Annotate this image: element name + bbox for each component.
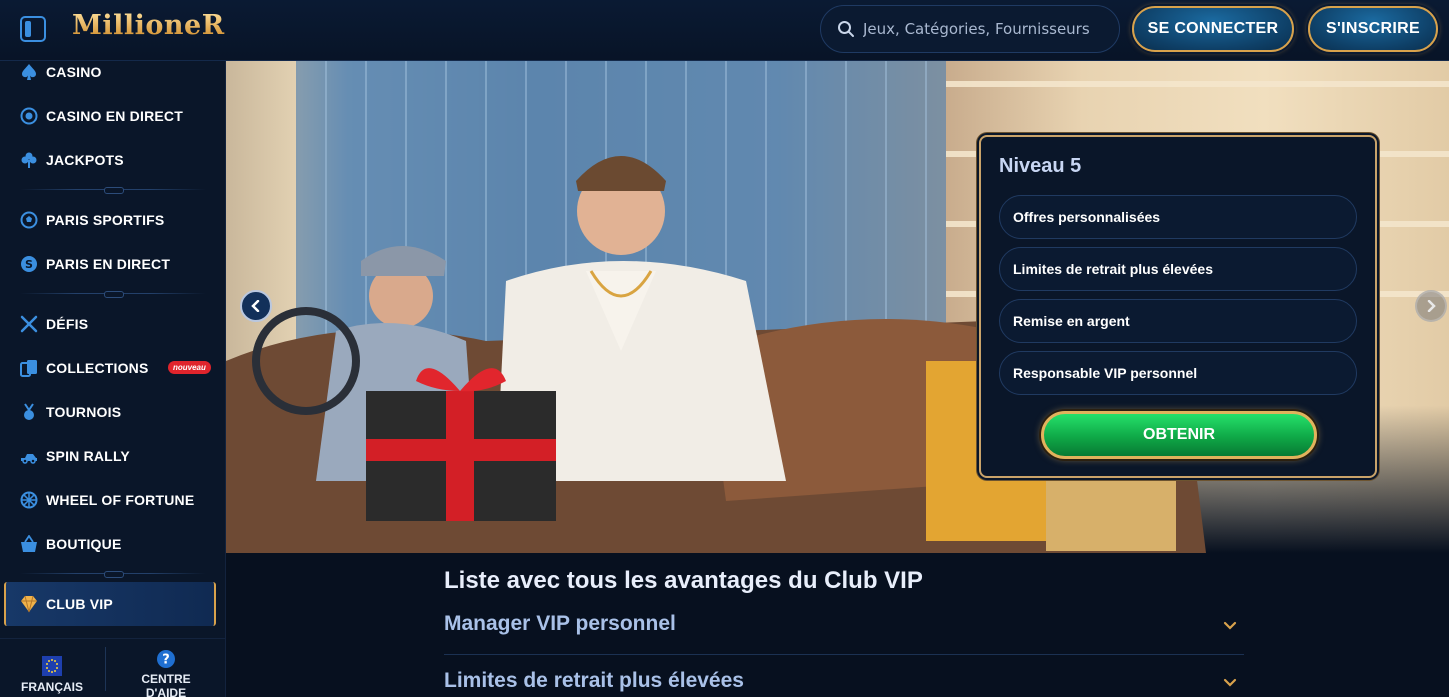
vip-perk: Limites de retrait plus élevées [999,247,1357,291]
sidebar-divider [20,291,206,298]
vip-perk: Responsable VIP personnel [999,351,1357,395]
sidebar-item-label: WHEEL OF FORTUNE [46,492,195,508]
sidebar-item-label: CASINO [46,64,102,80]
cards-icon [20,360,37,377]
sidebar-item-label: PARIS SPORTIFS [46,212,165,228]
sidebar-item-boutique[interactable]: BOUTIQUE [0,524,226,564]
sidebar-item-paris-sportifs[interactable]: PARIS SPORTIFS [0,200,226,240]
medal-icon [24,403,34,420]
wheel-icon [20,491,38,509]
vip-perk-label: Remise en argent [1013,313,1130,329]
new-badge: nouveau [168,361,211,374]
svg-text:?: ? [162,653,170,668]
accordion-item-label: Manager VIP personnel [444,612,676,635]
vip-perk-label: Limites de retrait plus élevées [1013,261,1213,277]
search-box[interactable] [820,5,1120,53]
carousel-next-button[interactable] [1415,290,1447,322]
clover-icon [21,152,37,168]
sidebar-item-label: JACKPOTS [46,152,124,168]
benefits-title: Liste avec tous les avantages du Club VI… [444,567,923,594]
sidebar-item-defis[interactable]: DÉFIS [0,304,226,344]
obtain-button[interactable]: OBTENIR [1041,411,1317,459]
chevron-right-icon [1427,300,1436,312]
chevron-left-icon [251,300,260,312]
help-label-line1: CENTRE [141,672,191,686]
coin-icon: S [21,256,37,272]
vip-level-panel: Niveau 5 Offres personnalisées Limites d… [979,135,1377,478]
chip-icon [20,107,38,125]
svg-text:S: S [25,258,33,271]
help-label-line2: D'AIDE [145,686,187,697]
footer-separator [105,647,106,691]
sidebar-item-casino-en-direct[interactable]: CASINO EN DIRECT [0,96,226,136]
sidebar-item-label: COLLECTIONS [46,360,149,376]
soccer-ball-icon [20,211,38,229]
sidebar-footer: FRANÇAIS ? CENTRE D'AIDE [0,638,226,697]
top-header: MillioneR SE CONNECTER S'INSCRIRE [0,0,1449,61]
register-button[interactable]: S'INSCRIRE [1308,6,1438,52]
sidebar-item-paris-en-direct[interactable]: S PARIS EN DIRECT [0,244,226,284]
sidebar-item-label: SPIN RALLY [46,448,130,464]
help-icon: ? [157,650,175,668]
sidebar-item-tournois[interactable]: TOURNOIS [0,392,226,432]
sidebar-item-label: DÉFIS [46,316,89,332]
search-input[interactable] [863,6,1113,52]
sidebar-item-spin-rally[interactable]: SPIN RALLY [0,436,226,476]
sidebar-item-label: BOUTIQUE [46,536,122,552]
chevron-down-icon [1223,678,1237,687]
sidebar-item-label: PARIS EN DIRECT [46,256,171,272]
vip-perk-label: Responsable VIP personnel [1013,365,1198,381]
sidebar-item-club-vip[interactable]: CLUB VIP [0,584,226,624]
rally-icon [21,454,37,464]
language-selector[interactable]: FRANÇAIS [0,649,104,694]
sidebar-item-collections[interactable]: COLLECTIONS nouveau [0,348,226,388]
basket-icon [21,535,37,552]
carousel-prev-button[interactable] [240,290,272,322]
vip-level-title: Niveau 5 [999,155,1082,177]
sidebar-divider [20,571,206,578]
sidebar-item-jackpots[interactable]: JACKPOTS [0,140,226,180]
spade-icon [22,64,36,80]
accordion-item[interactable]: Limites de retrait plus élevées [444,669,1244,697]
brand-logo[interactable]: MillioneR [72,10,225,50]
search-icon [838,21,854,37]
vip-perk: Offres personnalisées [999,195,1357,239]
accordion-separator [444,654,1244,655]
vip-perk-label: Offres personnalisées [1013,209,1161,225]
sidebar-toggle-icon[interactable] [20,16,46,42]
chevron-down-icon [1223,621,1237,630]
language-label: FRANÇAIS [21,680,83,694]
sidebar: CASINO CASINO EN DIRECT JACKPOTS PARIS S… [0,61,226,697]
login-button[interactable]: SE CONNECTER [1132,6,1294,52]
sidebar-item-label: CASINO EN DIRECT [46,108,183,124]
vip-perk: Remise en argent [999,299,1357,343]
accordion-item[interactable]: Manager VIP personnel [444,612,1244,666]
sidebar-item-label: TOURNOIS [46,404,122,420]
accordion-item-label: Limites de retrait plus élevées [444,669,744,692]
sidebar-item-label: CLUB VIP [46,596,113,612]
crossed-swords-icon [20,315,38,333]
help-center-link[interactable]: ? CENTRE D'AIDE [114,649,218,697]
sidebar-divider [20,187,206,194]
diamond-icon [21,595,37,613]
eu-flag-icon [42,656,62,676]
sidebar-item-wheel-of-fortune[interactable]: WHEEL OF FORTUNE [0,480,226,520]
